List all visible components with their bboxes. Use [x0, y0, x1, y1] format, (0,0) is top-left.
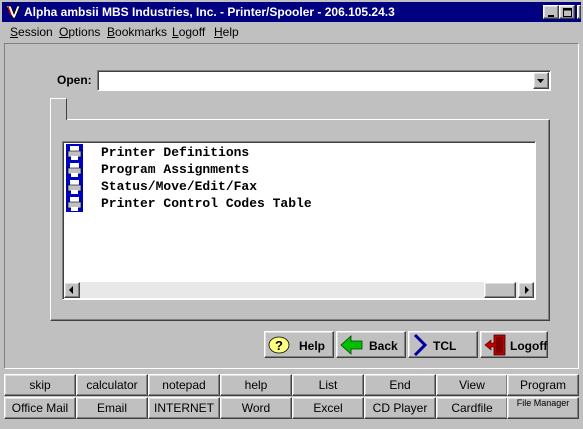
help-question-icon: ? [268, 336, 290, 354]
quick-excel-button[interactable]: Excel [292, 397, 364, 419]
quick-cardfile-button[interactable]: Cardfile [436, 397, 508, 419]
quick-launch-bar: skip calculator notepad help List End Vi… [4, 371, 579, 426]
arrow-right-icon [525, 286, 529, 294]
close-button[interactable] [577, 5, 581, 19]
arrow-left-icon [69, 286, 73, 294]
quick-cd-player-button[interactable]: CD Player [364, 397, 436, 419]
quick-email-button[interactable]: Email [76, 397, 148, 419]
back-arrow-icon [340, 335, 363, 355]
open-combobox[interactable] [97, 70, 551, 91]
minimize-button[interactable] [543, 5, 559, 19]
logoff-button[interactable]: Logoff [480, 331, 548, 358]
menu-bookmarks[interactable]: Bookmarks [107, 25, 167, 39]
tcl-chevron-icon [413, 334, 428, 356]
printer-icon [66, 144, 83, 161]
exit-door-icon [484, 334, 506, 356]
open-dropdown-button[interactable] [533, 72, 549, 89]
printer-icon [66, 195, 83, 212]
svg-text:?: ? [275, 338, 283, 353]
tcl-button[interactable]: TCL [408, 331, 478, 358]
quick-word-button[interactable]: Word [220, 397, 292, 419]
title-bar[interactable]: Alpha ambsii MBS Industries, Inc. - Prin… [2, 2, 581, 22]
menu-list[interactable]: Printer Definitions Program Assignments … [62, 141, 536, 300]
menu-bar: Session Options Bookmarks Logoff Help [2, 22, 581, 42]
maximize-icon [563, 8, 572, 17]
quick-notepad-button[interactable]: notepad [148, 374, 220, 396]
quick-help-button[interactable]: help [220, 374, 292, 396]
list-item-printer-control-codes[interactable]: Printer Control Codes Table [65, 195, 505, 212]
maximize-button[interactable] [559, 5, 575, 19]
menu-help[interactable]: Help [214, 25, 239, 39]
menu-logoff[interactable]: Logoff [172, 25, 205, 39]
app-icon[interactable] [5, 4, 21, 20]
scroll-thumb[interactable] [484, 282, 516, 298]
back-button[interactable]: Back [336, 331, 406, 358]
quick-program-button[interactable]: Program [507, 374, 579, 396]
menu-session[interactable]: Session [10, 25, 53, 39]
printer-icon [66, 161, 83, 178]
minimize-icon [548, 15, 554, 17]
scroll-left-button[interactable] [64, 282, 80, 298]
window-title: Alpha ambsii MBS Industries, Inc. - Prin… [24, 5, 395, 19]
help-button[interactable]: ? Help [264, 331, 334, 358]
quick-list-button[interactable]: List [292, 374, 364, 396]
open-label: Open: [57, 73, 92, 87]
tab-header[interactable] [50, 98, 67, 120]
quick-file-manager-button[interactable]: File Manager [507, 397, 579, 419]
horizontal-scrollbar[interactable] [64, 282, 534, 298]
list-item-printer-definitions[interactable]: Printer Definitions [65, 144, 505, 161]
menu-options[interactable]: Options [59, 25, 100, 39]
list-item-program-assignments[interactable]: Program Assignments [65, 161, 505, 178]
quick-view-button[interactable]: View [436, 374, 508, 396]
quick-skip-button[interactable]: skip [4, 374, 76, 396]
quick-calculator-button[interactable]: calculator [76, 374, 148, 396]
scroll-right-button[interactable] [518, 282, 534, 298]
list-item-status-move-edit-fax[interactable]: Status/Move/Edit/Fax [65, 178, 505, 195]
open-input[interactable] [100, 72, 530, 88]
quick-end-button[interactable]: End [364, 374, 436, 396]
printer-icon [66, 178, 83, 195]
chevron-down-icon [537, 79, 544, 83]
quick-internet-button[interactable]: INTERNET [148, 397, 220, 419]
quick-office-mail-button[interactable]: Office Mail [4, 397, 76, 419]
